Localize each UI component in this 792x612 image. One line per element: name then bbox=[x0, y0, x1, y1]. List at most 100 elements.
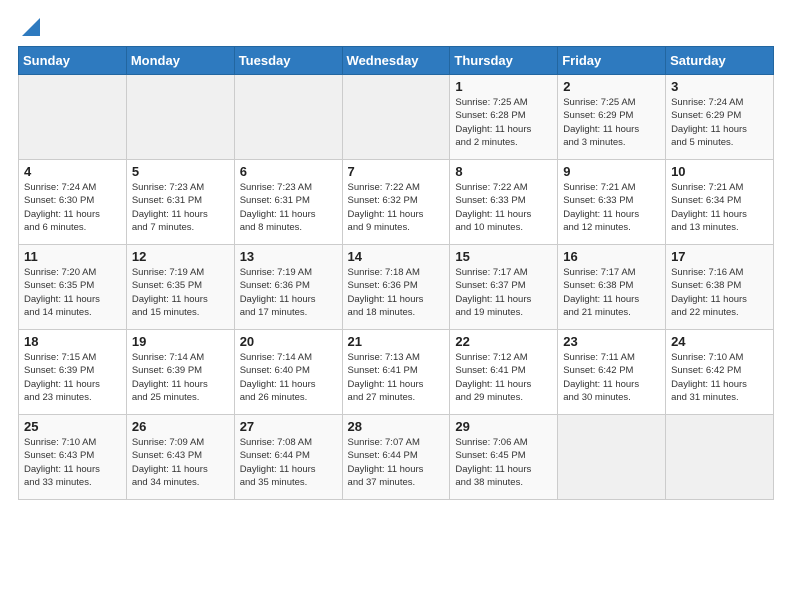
day-info: Sunrise: 7:11 AM Sunset: 6:42 PM Dayligh… bbox=[563, 351, 660, 404]
day-info: Sunrise: 7:17 AM Sunset: 6:38 PM Dayligh… bbox=[563, 266, 660, 319]
day-header-monday: Monday bbox=[126, 47, 234, 75]
calendar-week-1: 4 Sunrise: 7:24 AM Sunset: 6:30 PM Daylig… bbox=[19, 160, 774, 245]
day-info: Sunrise: 7:23 AM Sunset: 6:31 PM Dayligh… bbox=[132, 181, 229, 234]
day-number: 7 bbox=[348, 164, 445, 179]
day-info: Sunrise: 7:06 AM Sunset: 6:45 PM Dayligh… bbox=[455, 436, 552, 489]
day-number: 12 bbox=[132, 249, 229, 264]
day-number: 2 bbox=[563, 79, 660, 94]
day-info: Sunrise: 7:17 AM Sunset: 6:37 PM Dayligh… bbox=[455, 266, 552, 319]
calendar-cell: 11 Sunrise: 7:20 AM Sunset: 6:35 PM Dayli… bbox=[19, 245, 127, 330]
calendar-cell: 17 Sunrise: 7:16 AM Sunset: 6:38 PM Dayli… bbox=[666, 245, 774, 330]
day-header-sunday: Sunday bbox=[19, 47, 127, 75]
calendar-cell bbox=[126, 75, 234, 160]
page: SundayMondayTuesdayWednesdayThursdayFrid… bbox=[0, 0, 792, 510]
day-number: 13 bbox=[240, 249, 337, 264]
day-info: Sunrise: 7:20 AM Sunset: 6:35 PM Dayligh… bbox=[24, 266, 121, 319]
calendar-cell: 24 Sunrise: 7:10 AM Sunset: 6:42 PM Dayli… bbox=[666, 330, 774, 415]
day-number: 24 bbox=[671, 334, 768, 349]
calendar-cell bbox=[666, 415, 774, 500]
day-info: Sunrise: 7:14 AM Sunset: 6:39 PM Dayligh… bbox=[132, 351, 229, 404]
day-info: Sunrise: 7:24 AM Sunset: 6:29 PM Dayligh… bbox=[671, 96, 768, 149]
day-info: Sunrise: 7:09 AM Sunset: 6:43 PM Dayligh… bbox=[132, 436, 229, 489]
day-number: 20 bbox=[240, 334, 337, 349]
calendar-cell: 20 Sunrise: 7:14 AM Sunset: 6:40 PM Dayli… bbox=[234, 330, 342, 415]
day-info: Sunrise: 7:13 AM Sunset: 6:41 PM Dayligh… bbox=[348, 351, 445, 404]
calendar-cell: 23 Sunrise: 7:11 AM Sunset: 6:42 PM Dayli… bbox=[558, 330, 666, 415]
day-header-tuesday: Tuesday bbox=[234, 47, 342, 75]
day-number: 26 bbox=[132, 419, 229, 434]
day-info: Sunrise: 7:14 AM Sunset: 6:40 PM Dayligh… bbox=[240, 351, 337, 404]
day-info: Sunrise: 7:22 AM Sunset: 6:32 PM Dayligh… bbox=[348, 181, 445, 234]
calendar-cell: 12 Sunrise: 7:19 AM Sunset: 6:35 PM Dayli… bbox=[126, 245, 234, 330]
day-info: Sunrise: 7:21 AM Sunset: 6:34 PM Dayligh… bbox=[671, 181, 768, 234]
day-number: 3 bbox=[671, 79, 768, 94]
calendar-cell: 18Sunrise: 7:15 AM Sunset: 6:39 PM Dayli… bbox=[19, 330, 127, 415]
day-number: 6 bbox=[240, 164, 337, 179]
day-number: 8 bbox=[455, 164, 552, 179]
calendar-header-row: SundayMondayTuesdayWednesdayThursdayFrid… bbox=[19, 47, 774, 75]
calendar-cell: 15 Sunrise: 7:17 AM Sunset: 6:37 PM Dayli… bbox=[450, 245, 558, 330]
calendar-cell: 16 Sunrise: 7:17 AM Sunset: 6:38 PM Dayli… bbox=[558, 245, 666, 330]
day-number: 17 bbox=[671, 249, 768, 264]
day-info: Sunrise: 7:23 AM Sunset: 6:31 PM Dayligh… bbox=[240, 181, 337, 234]
day-info: Sunrise: 7:12 AM Sunset: 6:41 PM Dayligh… bbox=[455, 351, 552, 404]
day-info: Sunrise: 7:21 AM Sunset: 6:33 PM Dayligh… bbox=[563, 181, 660, 234]
calendar-cell: 8 Sunrise: 7:22 AM Sunset: 6:33 PM Daylig… bbox=[450, 160, 558, 245]
day-number: 29 bbox=[455, 419, 552, 434]
calendar-cell: 3 Sunrise: 7:24 AM Sunset: 6:29 PM Daylig… bbox=[666, 75, 774, 160]
calendar-cell: 21 Sunrise: 7:13 AM Sunset: 6:41 PM Dayli… bbox=[342, 330, 450, 415]
calendar-cell: 22 Sunrise: 7:12 AM Sunset: 6:41 PM Dayli… bbox=[450, 330, 558, 415]
calendar-cell: 14 Sunrise: 7:18 AM Sunset: 6:36 PM Dayli… bbox=[342, 245, 450, 330]
day-info: Sunrise: 7:24 AM Sunset: 6:30 PM Dayligh… bbox=[24, 181, 121, 234]
day-number: 1 bbox=[455, 79, 552, 94]
day-info: Sunrise: 7:22 AM Sunset: 6:33 PM Dayligh… bbox=[455, 181, 552, 234]
day-number: 28 bbox=[348, 419, 445, 434]
day-info: Sunrise: 7:19 AM Sunset: 6:36 PM Dayligh… bbox=[240, 266, 337, 319]
calendar-cell: 6 Sunrise: 7:23 AM Sunset: 6:31 PM Daylig… bbox=[234, 160, 342, 245]
day-number: 25 bbox=[24, 419, 121, 434]
calendar-cell: 27Sunrise: 7:08 AM Sunset: 6:44 PM Dayli… bbox=[234, 415, 342, 500]
day-number: 4 bbox=[24, 164, 121, 179]
calendar-cell: 9 Sunrise: 7:21 AM Sunset: 6:33 PM Daylig… bbox=[558, 160, 666, 245]
day-number: 16 bbox=[563, 249, 660, 264]
day-number: 9 bbox=[563, 164, 660, 179]
calendar-cell: 13 Sunrise: 7:19 AM Sunset: 6:36 PM Dayli… bbox=[234, 245, 342, 330]
day-number: 21 bbox=[348, 334, 445, 349]
day-number: 14 bbox=[348, 249, 445, 264]
calendar-cell: 19 Sunrise: 7:14 AM Sunset: 6:39 PM Dayli… bbox=[126, 330, 234, 415]
calendar-week-4: 25 Sunrise: 7:10 AM Sunset: 6:43 PM Dayli… bbox=[19, 415, 774, 500]
day-info: Sunrise: 7:19 AM Sunset: 6:35 PM Dayligh… bbox=[132, 266, 229, 319]
calendar-cell: 25 Sunrise: 7:10 AM Sunset: 6:43 PM Dayli… bbox=[19, 415, 127, 500]
day-info: Sunrise: 7:15 AM Sunset: 6:39 PM Dayligh… bbox=[24, 351, 121, 404]
calendar-table: SundayMondayTuesdayWednesdayThursdayFrid… bbox=[18, 46, 774, 500]
calendar-cell bbox=[234, 75, 342, 160]
day-number: 23 bbox=[563, 334, 660, 349]
day-number: 5 bbox=[132, 164, 229, 179]
day-number: 27 bbox=[240, 419, 337, 434]
day-header-wednesday: Wednesday bbox=[342, 47, 450, 75]
day-number: 15 bbox=[455, 249, 552, 264]
calendar-cell: 1 Sunrise: 7:25 AM Sunset: 6:28 PM Daylig… bbox=[450, 75, 558, 160]
day-info: Sunrise: 7:25 AM Sunset: 6:28 PM Dayligh… bbox=[455, 96, 552, 149]
calendar-cell: 2 Sunrise: 7:25 AM Sunset: 6:29 PM Daylig… bbox=[558, 75, 666, 160]
day-info: Sunrise: 7:16 AM Sunset: 6:38 PM Dayligh… bbox=[671, 266, 768, 319]
calendar-cell: 28Sunrise: 7:07 AM Sunset: 6:44 PM Dayli… bbox=[342, 415, 450, 500]
day-number: 19 bbox=[132, 334, 229, 349]
day-info: Sunrise: 7:10 AM Sunset: 6:42 PM Dayligh… bbox=[671, 351, 768, 404]
calendar-week-2: 11 Sunrise: 7:20 AM Sunset: 6:35 PM Dayli… bbox=[19, 245, 774, 330]
day-info: Sunrise: 7:10 AM Sunset: 6:43 PM Dayligh… bbox=[24, 436, 121, 489]
calendar-cell: 26 Sunrise: 7:09 AM Sunset: 6:43 PM Dayli… bbox=[126, 415, 234, 500]
calendar-cell: 5 Sunrise: 7:23 AM Sunset: 6:31 PM Daylig… bbox=[126, 160, 234, 245]
calendar-cell: 4 Sunrise: 7:24 AM Sunset: 6:30 PM Daylig… bbox=[19, 160, 127, 245]
header bbox=[18, 18, 774, 36]
calendar-cell bbox=[19, 75, 127, 160]
logo-icon bbox=[22, 18, 40, 36]
day-header-thursday: Thursday bbox=[450, 47, 558, 75]
calendar-cell: 10Sunrise: 7:21 AM Sunset: 6:34 PM Dayli… bbox=[666, 160, 774, 245]
day-number: 22 bbox=[455, 334, 552, 349]
day-info: Sunrise: 7:18 AM Sunset: 6:36 PM Dayligh… bbox=[348, 266, 445, 319]
day-number: 11 bbox=[24, 249, 121, 264]
day-info: Sunrise: 7:25 AM Sunset: 6:29 PM Dayligh… bbox=[563, 96, 660, 149]
calendar-week-0: 1 Sunrise: 7:25 AM Sunset: 6:28 PM Daylig… bbox=[19, 75, 774, 160]
calendar-week-3: 18Sunrise: 7:15 AM Sunset: 6:39 PM Dayli… bbox=[19, 330, 774, 415]
